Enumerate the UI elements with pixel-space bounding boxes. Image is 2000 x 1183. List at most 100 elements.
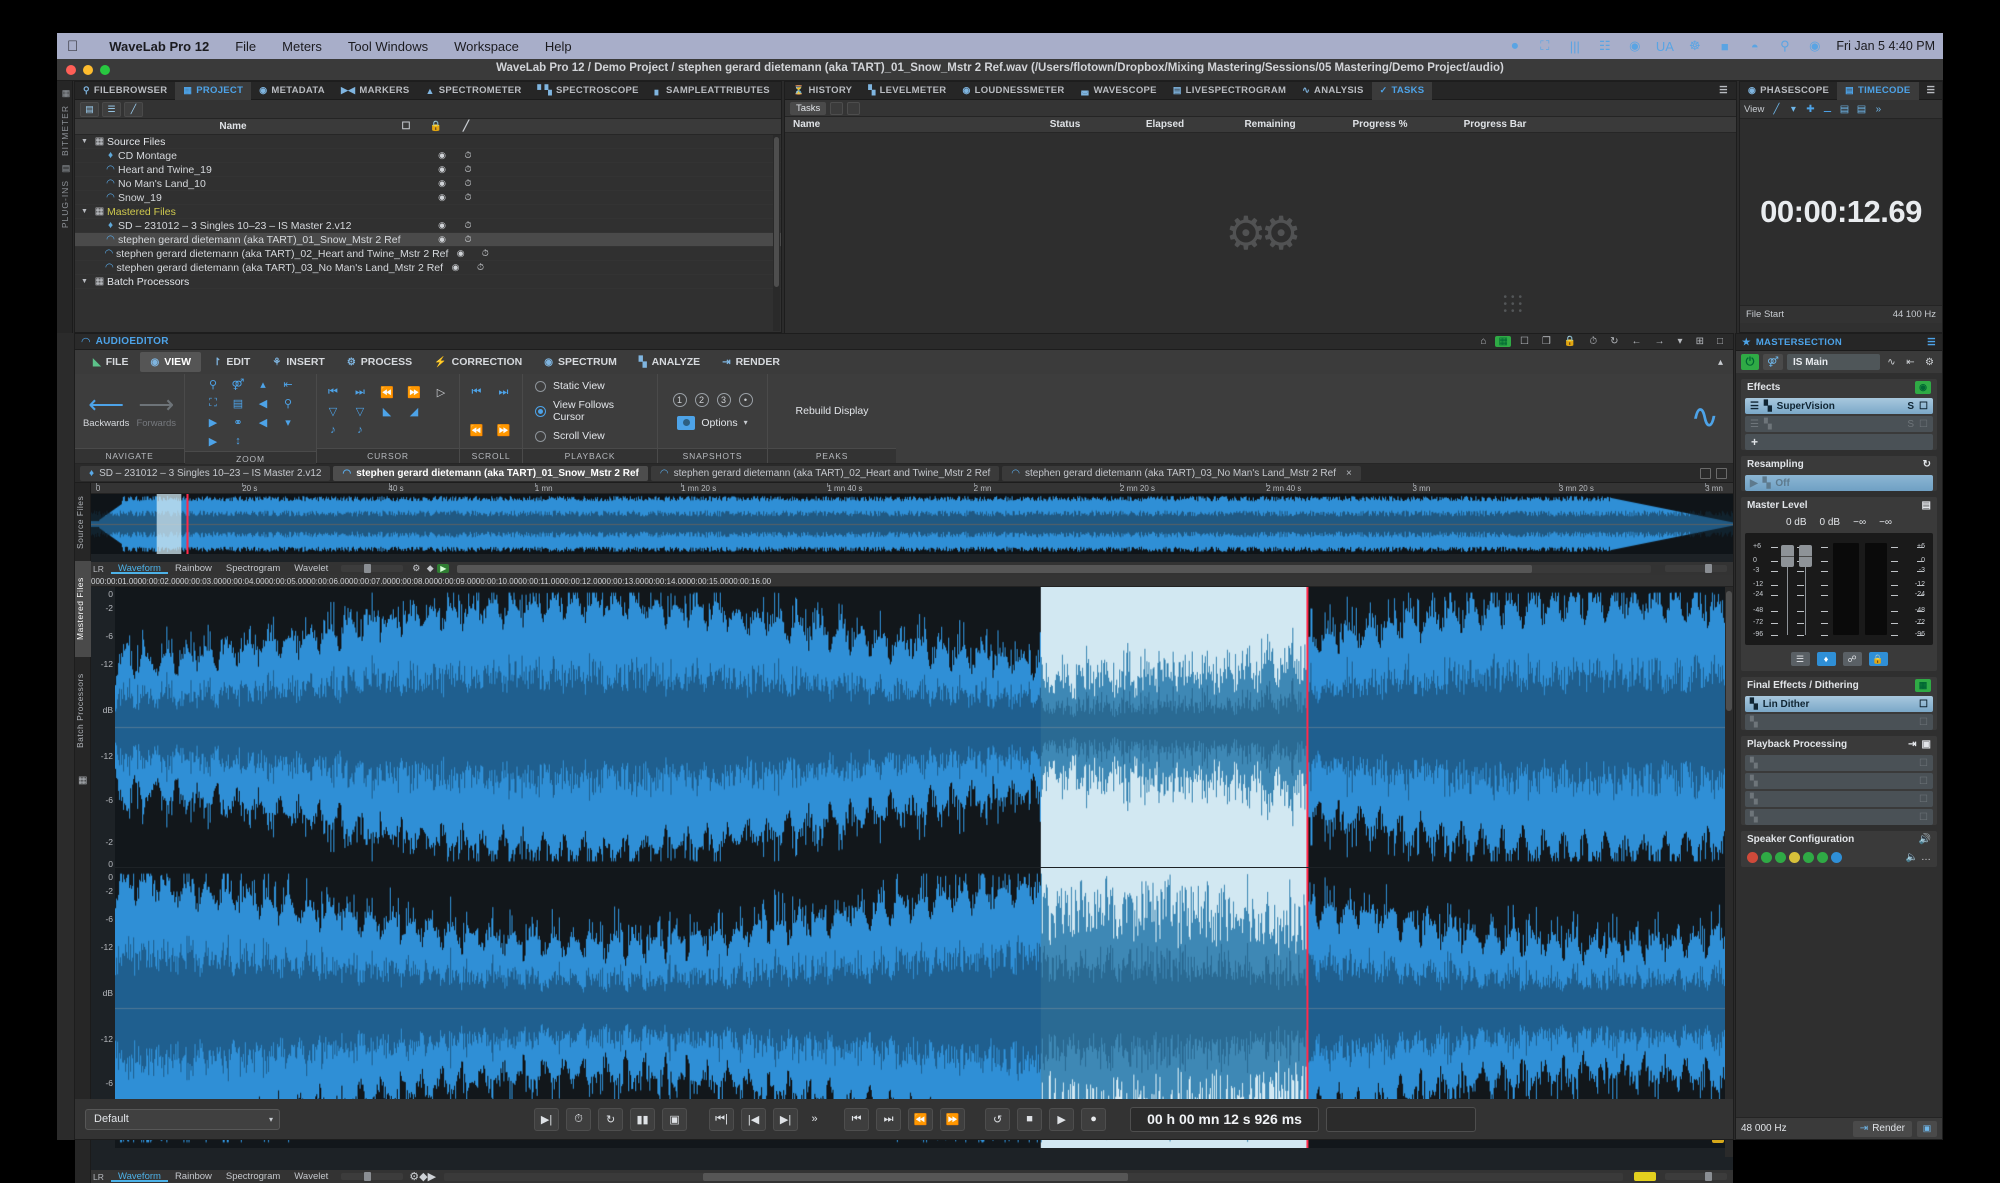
lock-icon[interactable]: 🔒	[1560, 336, 1580, 347]
play-icon[interactable]: ▶	[437, 564, 449, 573]
range-icon[interactable]: ▤	[1837, 102, 1851, 116]
tab-tasks[interactable]: ✓TASKS	[1372, 82, 1433, 100]
playback-slot-4[interactable]: ▚☐	[1745, 809, 1933, 825]
tab-loudnessmeter[interactable]: ◉LOUDNESSMETER	[954, 82, 1072, 100]
zoom-right-icon[interactable]: ▶	[205, 433, 222, 449]
range2-icon[interactable]: ▤	[1854, 102, 1868, 116]
speaker-dot-4[interactable]	[1789, 852, 1800, 863]
menu-tool-windows[interactable]: Tool Windows	[335, 39, 441, 54]
playback-slot-2[interactable]: ▚☐	[1745, 773, 1933, 789]
tree-group-row[interactable]: ▼▦Source Files	[75, 135, 781, 149]
goto-end-button[interactable]: ⏭	[876, 1108, 901, 1131]
tab-history[interactable]: ⏳HISTORY	[785, 82, 860, 100]
navigate-backwards-button[interactable]: ⟵ Backwards	[83, 393, 129, 429]
column-name[interactable]: Name	[75, 121, 391, 132]
rail-item-bitmeter[interactable]: BITMETER	[60, 105, 70, 156]
clock-icon[interactable]: ⏱	[455, 192, 481, 203]
record-button[interactable]: ●	[1081, 1108, 1106, 1131]
solo-icon[interactable]: S	[1907, 401, 1914, 412]
cursor-pointer-icon[interactable]: ▷	[433, 384, 450, 400]
file-tab[interactable]: ◠stephen gerard dietemann (aka TART)_03_…	[1002, 466, 1361, 481]
radio-view-follows-cursor[interactable]: View Follows Cursor	[535, 399, 648, 423]
visibility-icon[interactable]: ◉	[429, 192, 455, 203]
visibility-icon[interactable]: ◉	[443, 262, 468, 273]
speaker-mute-icon[interactable]: 🔈	[1906, 852, 1918, 863]
effects-enable-icon[interactable]: ◉	[1915, 381, 1931, 394]
zoom-left-icon[interactable]: ◀	[255, 414, 272, 430]
snap-icon[interactable]: ◆	[423, 563, 437, 574]
plugins-icon[interactable]: ▤	[60, 163, 72, 174]
rail-mastered-files[interactable]: Mastered Files	[75, 561, 91, 657]
ribbon-tab-spectrum[interactable]: ◉SPECTRUM	[534, 352, 627, 372]
rail-source-files[interactable]: Source Files	[75, 489, 91, 555]
playback-slot-3[interactable]: ▚☐	[1745, 791, 1933, 807]
speaker-channel-dots[interactable]: 🔈 …	[1741, 848, 1937, 867]
tab-timecode[interactable]: ▤TIMECODE	[1837, 82, 1918, 100]
close-window-icon[interactable]	[1716, 468, 1727, 479]
goto-start-marker-button[interactable]: ⏮|	[709, 1108, 734, 1131]
master-fader-track[interactable]	[1787, 567, 1788, 635]
window-icon[interactable]: ☐	[1919, 812, 1928, 823]
tasks-panel-options-icon[interactable]: ☰	[1711, 82, 1736, 100]
timecode-display[interactable]: 00:00:12.69	[1740, 119, 1942, 305]
menu-file[interactable]: File	[222, 39, 269, 54]
cursor-prev-icon[interactable]: ⏪	[379, 384, 396, 400]
transport-secondary-field[interactable]	[1326, 1107, 1476, 1132]
more-transport-button[interactable]: »	[805, 1108, 824, 1131]
grid-icon[interactable]: ▦	[1495, 336, 1510, 347]
window-icon[interactable]: ☐	[1919, 419, 1928, 430]
radio-scroll-view[interactable]: Scroll View	[535, 430, 648, 442]
clock-icon[interactable]: ⏱	[473, 248, 498, 259]
home-icon[interactable]: ⌂	[1476, 336, 1490, 347]
window-icon[interactable]: ☐	[1516, 336, 1533, 347]
down-arrow-icon[interactable]: ▾	[1786, 102, 1800, 116]
airdrop-icon[interactable]: ◉	[1626, 38, 1643, 54]
play-button[interactable]: ▶	[1049, 1108, 1074, 1131]
master-monitor-button[interactable]: ▣	[1917, 1121, 1937, 1137]
disclosure-triangle-icon[interactable]: ▼	[81, 208, 92, 215]
master-preset-field[interactable]: IS Main	[1787, 354, 1880, 370]
speaker-icon[interactable]: 🔊	[1919, 834, 1931, 845]
overview-waveform[interactable]	[91, 494, 1733, 554]
window-icon[interactable]: ☐	[1919, 758, 1928, 769]
file-tab[interactable]: ◠stephen gerard dietemann (aka TART)_01_…	[333, 466, 647, 481]
rail-item-plugins[interactable]: PLUG-INS	[60, 180, 70, 228]
project-tree[interactable]: ▼▦Source Files♦CD Montage◉⏱◠Heart and Tw…	[75, 135, 781, 331]
snapshot-more-button[interactable]: •	[739, 393, 753, 407]
battery-icon[interactable]: ■	[1716, 38, 1733, 54]
speaker-dot-1[interactable]	[1747, 852, 1758, 863]
main-snap-icon[interactable]: ◆	[419, 1170, 427, 1183]
gear-icon[interactable]: ⚙	[409, 563, 423, 574]
zoom-magnifier-icon[interactable]: ⚲	[280, 395, 297, 411]
disclosure-triangle-icon[interactable]: ▼	[81, 278, 92, 285]
column-pencil-icon[interactable]: ╱	[451, 121, 481, 132]
zoom-to-start-icon[interactable]: ⇤	[280, 376, 297, 392]
master-section-tab[interactable]: ★ MASTERSECTION ☰	[1736, 334, 1942, 351]
ribbon-tab-analyze[interactable]: ▚ANALYZE	[629, 352, 710, 372]
effect-slot-supervision[interactable]: ☰ ▚ SuperVision S ☐	[1745, 398, 1933, 414]
resample-icon[interactable]: ↻	[1923, 459, 1931, 470]
main-level-slider[interactable]	[1665, 1173, 1727, 1180]
playback-slot-1[interactable]: ▚☐	[1745, 755, 1933, 771]
menu-meters[interactable]: Meters	[269, 39, 335, 54]
zoom-selection-icon[interactable]: ⚲	[205, 376, 222, 392]
timecode-panel-options-icon[interactable]: ☰	[1919, 82, 1944, 100]
transport-time-display[interactable]: 00 h 00 mn 12 s 926 ms	[1130, 1107, 1319, 1132]
tree-item-row[interactable]: ◠stephen gerard dietemann (aka TART)_03_…	[75, 261, 781, 275]
menu-workspace[interactable]: Workspace	[441, 39, 532, 54]
tab-analysis[interactable]: ∿ANALYSIS	[1294, 82, 1371, 100]
rewind-to-start-button[interactable]: ⏮	[844, 1108, 869, 1131]
cursor-split-left-icon[interactable]: ◣	[379, 403, 396, 419]
chevron-right-icon[interactable]: »	[1871, 102, 1885, 116]
zoom-in-h-icon[interactable]: ▶	[205, 414, 222, 430]
loop-marker-indicator[interactable]	[1634, 1172, 1656, 1181]
tab-spectroscope[interactable]: ▘▚SPECTROSCOPE	[530, 82, 647, 100]
tab-filebrowser[interactable]: ⚲FILEBROWSER	[75, 82, 175, 100]
bypass-icon[interactable]: ∿	[1884, 354, 1899, 370]
overview-mode-spectrogram[interactable]: Spectrogram	[219, 563, 287, 574]
speaker-dot-2[interactable]	[1761, 852, 1772, 863]
column-window-icon[interactable]: ☐	[391, 121, 421, 132]
restore-window-icon[interactable]	[1700, 468, 1711, 479]
main-ruler[interactable]: 000:00:01.0000:00:02.0000:00:03.0000:00:…	[91, 575, 1733, 587]
main-play-icon[interactable]: ▶	[428, 1170, 436, 1183]
